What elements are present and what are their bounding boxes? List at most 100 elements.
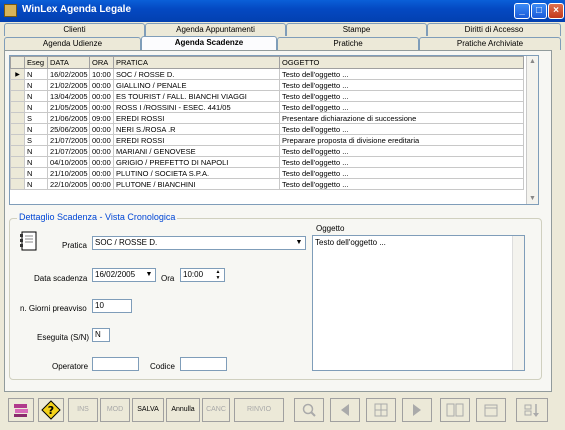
cell-eseg[interactable]: N: [24, 90, 48, 102]
cell-ora[interactable]: 00:00: [89, 167, 114, 179]
cell-eseg[interactable]: S: [24, 112, 48, 124]
table-row[interactable]: N 04/10/2005 00:00 GRIGIO / PREFETTO DI NAP…: [10, 156, 524, 168]
cell-pratica[interactable]: NERI S./ROSA .R: [113, 123, 280, 135]
cell-pratica[interactable]: PLUTINO / SOCIETA S.P.A.: [113, 167, 280, 179]
cell-pratica[interactable]: ES TOURIST / FALL. BIANCHI VIAGGI: [113, 90, 280, 102]
table-row[interactable]: N 22/10/2005 00:00 PLUTONE / BIANCHINI Testo…: [10, 178, 524, 190]
ora-stepper[interactable]: 10:00 ▲ ▼: [180, 268, 225, 282]
cell-ora[interactable]: 00:00: [89, 156, 114, 168]
tab-agenda-appuntamenti[interactable]: Agenda Appuntamenti: [145, 23, 286, 36]
cell-pratica[interactable]: SOC / ROSSE D.: [113, 68, 280, 80]
cell-oggetto[interactable]: Testo dell'oggetto ...: [279, 101, 524, 113]
cell-eseg[interactable]: N: [24, 68, 48, 80]
cell-data[interactable]: 25/06/2005: [47, 123, 90, 135]
cell-oggetto[interactable]: Testo dell'oggetto ...: [279, 145, 524, 157]
pratica-select[interactable]: SOC / ROSSE D. ▼: [92, 236, 306, 250]
cell-eseg[interactable]: N: [24, 79, 48, 91]
cell-data[interactable]: 22/10/2005: [47, 178, 90, 190]
cell-ora[interactable]: 00:00: [89, 145, 114, 157]
tab-agenda-udienze[interactable]: Agenda Udienze: [4, 37, 141, 50]
salva-button[interactable]: SALVA: [132, 398, 164, 422]
cell-pratica[interactable]: GIALLINO / PENALE: [113, 79, 280, 91]
cell-ora[interactable]: 00:00: [89, 123, 114, 135]
calculator-button[interactable]: [366, 398, 396, 422]
cell-data[interactable]: 04/10/2005: [47, 156, 90, 168]
table-row[interactable]: N 21/07/2005 00:00 MARIANI / GENOVESE Testo …: [10, 145, 524, 157]
maximize-button[interactable]: □: [531, 3, 547, 19]
cell-data[interactable]: 21/05/2005: [47, 101, 90, 113]
col-header-pratica[interactable]: PRATICA: [113, 56, 280, 69]
col-header-oggetto[interactable]: OGGETTO: [279, 56, 524, 69]
spinner-icon[interactable]: ▲ ▼: [212, 269, 224, 281]
col-header-eseg[interactable]: Eseg: [24, 56, 48, 69]
scroll-up-icon[interactable]: ▲: [527, 56, 538, 67]
next-button[interactable]: [402, 398, 432, 422]
cell-oggetto[interactable]: Presentare dichiarazione di successione: [279, 112, 524, 124]
tab-pratiche[interactable]: Pratiche: [277, 37, 419, 50]
cell-oggetto[interactable]: Preparare proposta di divisione ereditar…: [279, 134, 524, 146]
minimize-button[interactable]: _: [514, 3, 530, 19]
table-row[interactable]: N 21/10/2005 00:00 PLUTINO / SOCIETA S.P.A.…: [10, 167, 524, 179]
oggetto-textarea[interactable]: Testo dell'oggetto ...: [312, 235, 525, 371]
sort-button[interactable]: [516, 398, 548, 422]
annulla-button[interactable]: Annulla: [166, 398, 200, 422]
cell-oggetto[interactable]: Testo dell'oggetto ...: [279, 90, 524, 102]
tab-stampe[interactable]: Stampe: [286, 23, 427, 36]
cell-oggetto[interactable]: Testo dell'oggetto ...: [279, 167, 524, 179]
cell-pratica[interactable]: ROSS I /ROSSINI - ESEC. 441/05: [113, 101, 280, 113]
cell-ora[interactable]: 10:00: [89, 68, 114, 80]
cell-oggetto[interactable]: Testo dell'oggetto ...: [279, 79, 524, 91]
cell-eseg[interactable]: N: [24, 101, 48, 113]
cell-data[interactable]: 13/04/2005: [47, 90, 90, 102]
operatore-input[interactable]: [92, 357, 139, 371]
cell-data[interactable]: 21/02/2005: [47, 79, 90, 91]
calendar-dropdown-icon[interactable]: ▼: [143, 269, 155, 281]
search-button[interactable]: [294, 398, 324, 422]
col-header-ora[interactable]: ORA: [89, 56, 114, 69]
cell-eseg[interactable]: S: [24, 134, 48, 146]
cell-ora[interactable]: 00:00: [89, 178, 114, 190]
mod-button[interactable]: MOD: [100, 398, 130, 422]
cell-data[interactable]: 21/07/2005: [47, 134, 90, 146]
cell-oggetto[interactable]: Testo dell'oggetto ...: [279, 178, 524, 190]
cell-data[interactable]: 16/02/2005: [47, 68, 90, 80]
codice-input[interactable]: [180, 357, 227, 371]
data-scadenza-picker[interactable]: 16/02/2005 ▼: [92, 268, 156, 282]
canc-button[interactable]: CANC: [202, 398, 230, 422]
cell-eseg[interactable]: N: [24, 123, 48, 135]
cell-eseg[interactable]: N: [24, 156, 48, 168]
table-row[interactable]: S 21/07/2005 00:00 EREDI ROSSI Preparare pro…: [10, 134, 524, 146]
grid-scrollbar[interactable]: ▲ ▼: [526, 56, 538, 204]
oggetto-scrollbar[interactable]: [512, 236, 524, 370]
col-header-data[interactable]: DATA: [47, 56, 90, 69]
chevron-down-icon[interactable]: ▼: [293, 237, 305, 249]
cell-oggetto[interactable]: Testo dell'oggetto ...: [279, 68, 524, 80]
cell-pratica[interactable]: GRIGIO / PREFETTO DI NAPOLI: [113, 156, 280, 168]
open-book-button[interactable]: [440, 398, 470, 422]
table-row[interactable]: ▶ N 16/02/2005 10:00 SOC / ROSSE D. Testo del…: [10, 68, 524, 80]
cell-eseg[interactable]: N: [24, 167, 48, 179]
calendar-button[interactable]: [476, 398, 506, 422]
help-button[interactable]: ?: [38, 398, 64, 422]
table-row[interactable]: N 21/02/2005 00:00 GIALLINO / PENALE Testo d…: [10, 79, 524, 91]
tab-agenda-scadenze[interactable]: Agenda Scadenze: [141, 36, 277, 51]
cell-oggetto[interactable]: Testo dell'oggetto ...: [279, 156, 524, 168]
cell-data[interactable]: 21/07/2005: [47, 145, 90, 157]
cell-eseg[interactable]: N: [24, 178, 48, 190]
tab-diritti-accesso[interactable]: Diritti di Accesso: [427, 23, 561, 36]
table-row[interactable]: N 13/04/2005 00:00 ES TOURIST / FALL. BIANC…: [10, 90, 524, 102]
rinvio-button[interactable]: RINVIO: [234, 398, 284, 422]
cell-oggetto[interactable]: Testo dell'oggetto ...: [279, 123, 524, 135]
cell-ora[interactable]: 00:00: [89, 79, 114, 91]
books-button[interactable]: [8, 398, 34, 422]
cell-ora[interactable]: 00:00: [89, 134, 114, 146]
tab-clienti[interactable]: Clienti: [4, 23, 145, 36]
close-button[interactable]: ×: [548, 3, 564, 19]
cell-ora[interactable]: 00:00: [89, 90, 114, 102]
cell-ora[interactable]: 00:00: [89, 101, 114, 113]
cell-eseg[interactable]: N: [24, 145, 48, 157]
cell-pratica[interactable]: PLUTONE / BIANCHINI: [113, 178, 280, 190]
cell-pratica[interactable]: EREDI ROSSI: [113, 112, 280, 124]
table-row[interactable]: N 21/05/2005 00:00 ROSS I /ROSSINI - ESEC. …: [10, 101, 524, 113]
eseguita-input[interactable]: N: [92, 328, 110, 342]
